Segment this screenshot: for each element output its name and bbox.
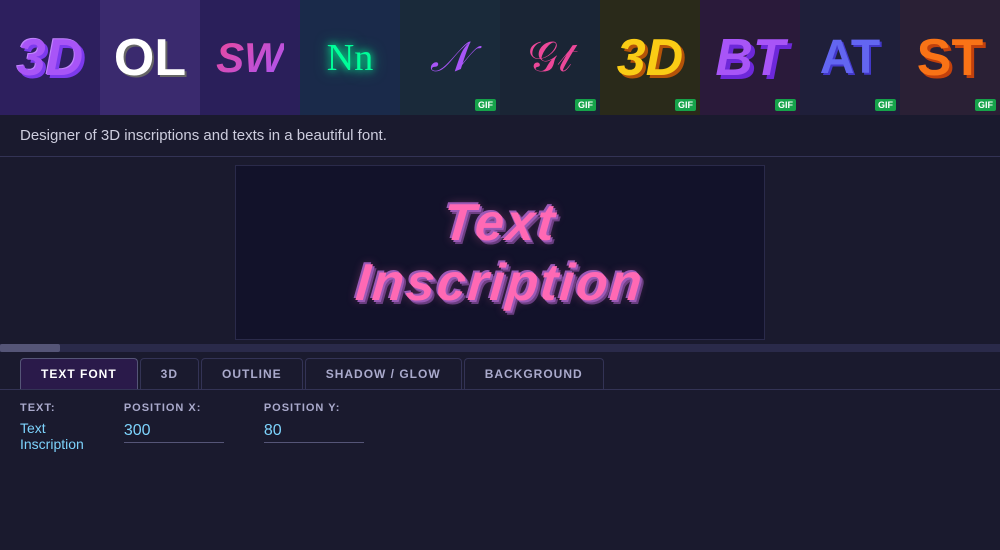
- gif-badge: GIF: [475, 99, 496, 111]
- style-gallery: 3D OL SW Nn 𝒩 GIF 𝒢𝓉 GIF 3D GIF BT GIF A…: [0, 0, 1000, 115]
- canvas-text: Text Inscription: [356, 193, 644, 313]
- gallery-preview-text: OL: [114, 28, 186, 88]
- canvas-line2: Inscription: [353, 253, 646, 313]
- tab-text-font[interactable]: TEXT FONT: [20, 358, 138, 389]
- canvas-container: Text Inscription: [235, 165, 765, 340]
- gallery-preview-text: AT: [820, 30, 880, 85]
- text-label: TEXT:: [20, 402, 84, 414]
- text-input-area: Text Inscription: [20, 420, 84, 452]
- position-x-label: POSITION X:: [124, 402, 224, 414]
- horizontal-scrollbar[interactable]: [0, 344, 1000, 352]
- gallery-preview-text: 𝒢𝓉: [528, 34, 572, 82]
- gallery-preview-text: BT: [715, 28, 784, 88]
- position-x-group: POSITION X:: [124, 402, 224, 443]
- position-x-input[interactable]: [124, 420, 224, 443]
- gif-badge: GIF: [875, 99, 896, 111]
- gallery-preview-text: 3D: [17, 28, 83, 88]
- gif-badge: GIF: [775, 99, 796, 111]
- tab-shadow-glow[interactable]: SHADOW / GLOW: [305, 358, 462, 389]
- tab-outline[interactable]: OUTLINE: [201, 358, 303, 389]
- position-y-group: POSITION Y:: [264, 402, 364, 443]
- position-group: POSITION X: POSITION Y:: [124, 402, 364, 443]
- position-y-input[interactable]: [264, 420, 364, 443]
- gallery-item-gt[interactable]: 𝒢𝓉 GIF: [500, 0, 600, 115]
- gallery-preview-text: SW: [216, 34, 284, 82]
- gallery-item-bt[interactable]: BT GIF: [700, 0, 800, 115]
- description: Designer of 3D inscriptions and texts in…: [0, 115, 1000, 157]
- gallery-preview-text: ST: [917, 28, 983, 88]
- gallery-item-3d2[interactable]: 3D GIF: [600, 0, 700, 115]
- controls-area: TEXT: Text Inscription POSITION X: POSIT…: [0, 390, 1000, 464]
- gallery-item-at[interactable]: AT GIF: [800, 0, 900, 115]
- text-control-group: TEXT: Text Inscription: [20, 402, 84, 452]
- gallery-preview-text: 3D: [617, 28, 683, 88]
- gallery-item-3d[interactable]: 3D: [0, 0, 100, 115]
- scrollbar-thumb[interactable]: [0, 344, 60, 352]
- text-value-line2: Inscription: [20, 436, 84, 452]
- text-value-line1: Text: [20, 420, 84, 436]
- gallery-item-st[interactable]: ST GIF: [900, 0, 1000, 115]
- gif-badge: GIF: [575, 99, 596, 111]
- gallery-item-n[interactable]: 𝒩 GIF: [400, 0, 500, 115]
- gif-badge: GIF: [675, 99, 696, 111]
- tab-background[interactable]: BACKGROUND: [464, 358, 604, 389]
- canvas-line1: Text: [353, 193, 646, 253]
- gallery-preview-text: 𝒩: [430, 34, 470, 82]
- canvas-area: Text Inscription: [0, 165, 1000, 340]
- tab-3d[interactable]: 3D: [140, 358, 199, 389]
- gallery-item-nn[interactable]: Nn: [300, 0, 400, 115]
- gif-badge: GIF: [975, 99, 996, 111]
- gallery-preview-text: Nn: [327, 36, 373, 80]
- gallery-item-ol[interactable]: OL: [100, 0, 200, 115]
- gallery-item-sw[interactable]: SW: [200, 0, 300, 115]
- position-y-label: POSITION Y:: [264, 402, 364, 414]
- tabs-container: TEXT FONT 3D OUTLINE SHADOW / GLOW BACKG…: [0, 358, 1000, 390]
